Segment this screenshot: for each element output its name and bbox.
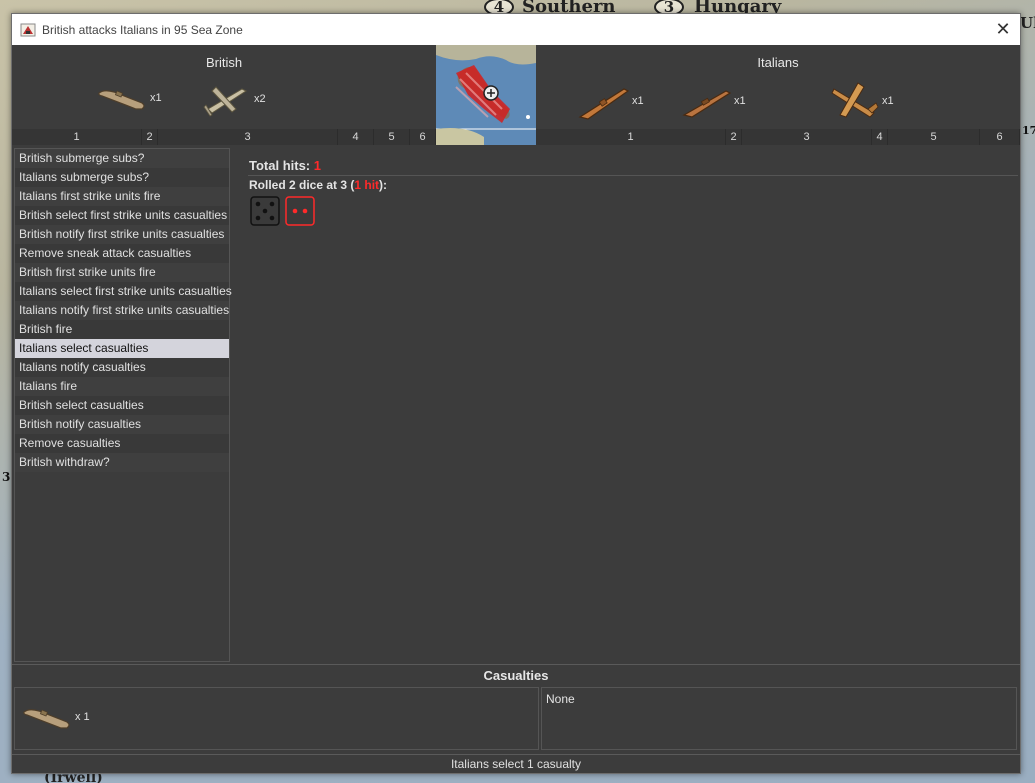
- total-hits-value: 1: [313, 158, 321, 173]
- step-item[interactable]: Remove casualties: [15, 434, 229, 453]
- battle-content: British submerge subs? Italians submerge…: [12, 146, 1020, 662]
- italy-map-image: [436, 45, 536, 145]
- total-hits-label: Total hits:: [249, 158, 311, 173]
- step-item[interactable]: Italians select first strike units casua…: [15, 282, 232, 301]
- bomber-icon: [203, 86, 248, 117]
- destroyer-icon: [578, 88, 630, 120]
- attacker-unit-count: x1: [150, 92, 162, 104]
- step-item[interactable]: British withdraw?: [15, 453, 229, 472]
- step-item[interactable]: British fire: [15, 320, 229, 339]
- die-miss: [250, 196, 280, 226]
- step-item[interactable]: Italians notify first strike units casua…: [15, 301, 229, 320]
- step-item[interactable]: Italians fire: [15, 377, 229, 396]
- casualties-section: Casualties x 1 None: [12, 664, 1020, 750]
- window-title: British attacks Italians in 95 Sea Zone: [42, 22, 243, 37]
- submarine-icon: [98, 90, 145, 110]
- close-button[interactable]: ✕: [986, 14, 1020, 45]
- results-divider: [248, 175, 1018, 176]
- territory-thumbnail: [436, 45, 536, 145]
- step-item[interactable]: British select first strike units casual…: [15, 206, 229, 225]
- attacker-casualties-panel: x 1: [14, 687, 539, 750]
- roll-suffix: ):: [379, 178, 388, 192]
- map-badge-left-3: 3: [2, 470, 11, 484]
- title-bar[interactable]: British attacks Italians in 95 Sea Zone …: [12, 14, 1020, 45]
- ruler-cell: 4: [338, 129, 374, 145]
- attacker-unit-count: x2: [254, 93, 266, 105]
- battle-window: British attacks Italians in 95 Sea Zone …: [11, 13, 1021, 774]
- ruler-cell: 1: [536, 129, 726, 145]
- defender-unit-destroyer: x1: [578, 81, 644, 121]
- attacker-ruler: 1 2 3 4 5 6: [12, 129, 436, 145]
- dice-results-panel: Total hits: 1 Rolled 2 dice at 3 (1 hit)…: [248, 146, 1018, 662]
- defender-casualties-panel: None: [541, 687, 1017, 750]
- roll-prefix: Rolled 2 dice at 3 (: [249, 178, 355, 192]
- ruler-cell: 2: [142, 129, 158, 145]
- step-item[interactable]: British select casualties: [15, 396, 229, 415]
- ruler-cell: 2: [726, 129, 742, 145]
- casualty-count: x 1: [75, 711, 90, 723]
- attacker-name: British: [205, 55, 243, 70]
- casualties-title: Casualties: [483, 668, 549, 683]
- step-item-selected[interactable]: Italians select casualties: [15, 339, 229, 358]
- step-item[interactable]: Italians submerge subs?: [15, 168, 229, 187]
- casualties-none: None: [546, 692, 575, 706]
- defender-unit-cruiser: x1: [682, 83, 746, 119]
- ruler-cell: 5: [374, 129, 410, 145]
- battle-app-icon: [20, 23, 36, 36]
- defender-unit-count: x1: [734, 95, 746, 107]
- die-hit: [285, 196, 315, 226]
- attacker-unit-bomber: x2: [202, 79, 266, 119]
- step-item[interactable]: British notify first strike units casual…: [15, 225, 229, 244]
- ruler-cell: 3: [158, 129, 338, 145]
- battle-header: British x1 x2 1 2 3 4 5 6 Italians x1 x1…: [12, 45, 1020, 145]
- map-badge-17: 17: [1022, 124, 1035, 137]
- roll-hits: 1 hit: [354, 178, 380, 192]
- step-item[interactable]: Italians notify casualties: [15, 358, 229, 377]
- ruler-cell: 6: [980, 129, 1020, 145]
- defender-unit-count: x1: [882, 95, 894, 107]
- fighter-icon: [831, 82, 879, 118]
- step-item[interactable]: British notify casualties: [15, 415, 229, 434]
- submarine-icon: [23, 709, 70, 729]
- map-label-fragment: Uk: [1020, 14, 1035, 32]
- defender-unit-count: x1: [632, 95, 644, 107]
- defender-ruler: 1 2 3 4 5 6: [536, 129, 1020, 145]
- defender-name: Italians: [757, 55, 799, 70]
- step-item[interactable]: British first strike units fire: [15, 263, 229, 282]
- step-item[interactable]: Italians first strike units fire: [15, 187, 229, 206]
- ruler-cell: 3: [742, 129, 872, 145]
- defender-unit-fighter: x1: [830, 79, 894, 123]
- ruler-cell: 5: [888, 129, 980, 145]
- ruler-cell: 1: [12, 129, 142, 145]
- status-bar: Italians select 1 casualty: [12, 754, 1020, 774]
- ruler-cell: 4: [872, 129, 888, 145]
- casualty-unit: x 1: [21, 700, 90, 734]
- total-hits: Total hits: 1: [249, 158, 321, 173]
- ruler-cell: 6: [410, 129, 436, 145]
- attacker-unit-submarine: x1: [96, 81, 162, 115]
- close-icon: ✕: [995, 19, 1011, 39]
- cruiser-icon: [682, 90, 732, 118]
- battle-steps-list[interactable]: British submerge subs? Italians submerge…: [14, 148, 232, 662]
- step-item[interactable]: British submerge subs?: [15, 149, 229, 168]
- roll-summary: Rolled 2 dice at 3 (1 hit):: [249, 178, 387, 192]
- step-item[interactable]: Remove sneak attack casualties: [15, 244, 229, 263]
